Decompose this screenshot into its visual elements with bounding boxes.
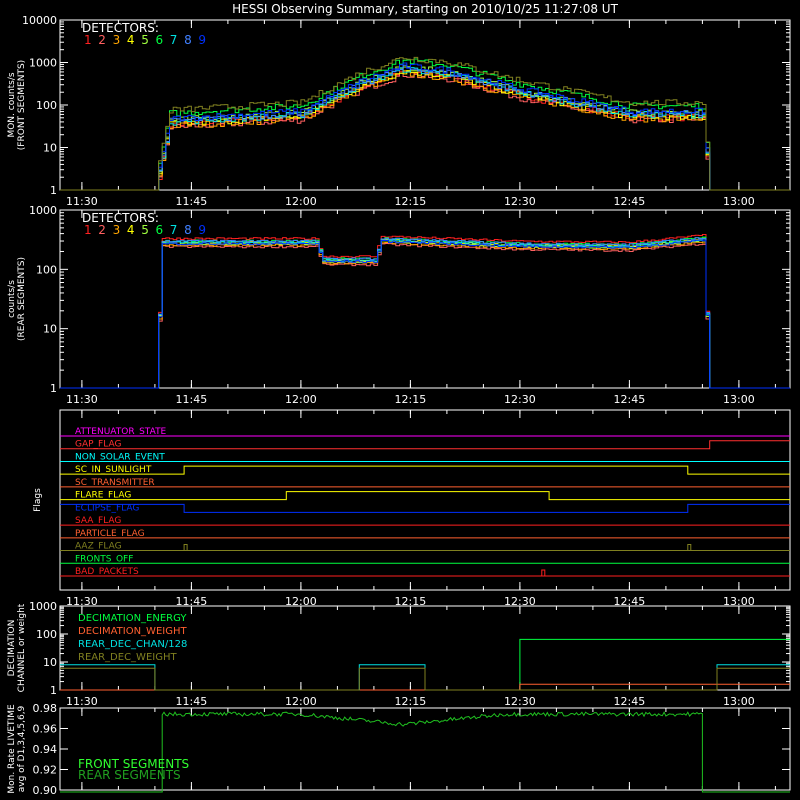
panel-1-detector-9: 9 [198,223,206,237]
panel-0-xtick-label-3: 12:15 [395,195,427,208]
panel-1-ytick-label-3: 1000 [29,204,57,217]
decimation-legend-3: REAR_DEC_WEIGHT [78,652,177,663]
panel-4-ytick-label-0: 0.90 [33,784,58,797]
panel-0-ylabel-1: (FRONT SEGMENTS) [17,60,27,150]
flag-line-6 [60,503,790,513]
panel-0-ytick-label-4: 10000 [22,14,57,27]
panel-0-xtick-label-1: 11:45 [176,195,208,208]
panel-1-xtick-label-5: 12:45 [614,393,646,406]
panel-1-xtick-label-2: 12:00 [285,393,317,406]
panel-3-ylabel-1: CHANNEL or weight [17,603,27,692]
panel-0-detector-4: 4 [127,33,135,47]
panel-0-xtick-label-0: 11:30 [66,195,98,208]
panel-1-series-3 [60,241,790,389]
panel-1-xtick-label-3: 12:15 [395,393,427,406]
panel-1-series-9 [60,239,790,389]
panel-3-ytick-label-2: 100 [36,628,57,641]
panel-3-ytick-label-1: 10 [43,656,57,669]
panel-4-ytick-label-1: 0.92 [33,764,58,777]
flag-line-1 [60,440,790,450]
panel-0-detector-5: 5 [141,33,149,47]
panel-0-ytick-label-3: 1000 [29,57,57,70]
panel-1-detector-3: 3 [113,223,121,237]
panel-1-detector-8: 8 [184,223,192,237]
panel-3-xtick-label-4: 12:30 [504,695,536,708]
panel-1-series-6 [60,236,790,389]
panel-2-ylabel: Flags [33,488,43,512]
panel-1-detector-7: 7 [170,223,178,237]
panel-1-series-8 [60,237,790,389]
panel-4-ytick-label-3: 0.96 [33,723,58,736]
panel-4-ytick-label-2: 0.94 [33,743,58,756]
panel-3-xtick-label-1: 11:45 [176,695,208,708]
panel-0-detector-6: 6 [156,33,164,47]
panel-3-ytick-label-3: 1000 [29,600,57,613]
panel-1-detector-6: 6 [156,223,164,237]
panel-1-series-5 [60,239,790,389]
panel-0-ytick-label-2: 100 [36,99,57,112]
panel-0-xtick-label-2: 12:00 [285,195,317,208]
flag-line-3 [60,465,790,475]
panel-1-series-2 [60,243,790,389]
panel-1-detector-4: 4 [127,223,135,237]
observing-summary-figure: HESSI Observing Summary, starting on 201… [7,2,791,797]
decimation-legend-2: REAR_DEC_CHAN/128 [78,639,187,650]
panel-0-detector-9: 9 [198,33,206,47]
panel-1-series-7 [60,238,790,389]
panel-1-ylabel-1: (REAR SEGMENTS) [17,257,27,341]
panel-3-xtick-label-2: 12:00 [285,695,317,708]
panel-0-detector-7: 7 [170,33,178,47]
panel-1-ytick-label-2: 100 [36,263,57,276]
panel-3-xtick-label-0: 11:30 [66,695,98,708]
panel-1-xtick-label-6: 13:00 [723,393,755,406]
panel-1-detector-2: 2 [98,223,106,237]
panel-1-xtick-label-0: 11:30 [66,393,98,406]
panel-3-ytick-label-0: 1 [50,684,57,697]
panel-0-xtick-label-5: 12:45 [614,195,646,208]
panel-3-xtick-label-3: 12:15 [395,695,427,708]
figure-title: HESSI Observing Summary, starting on 201… [232,2,618,16]
panel-0-ytick-label-1: 10 [43,142,57,155]
panel-0-xtick-label-6: 13:00 [723,195,755,208]
panel-1-detector-1: 1 [84,223,92,237]
panel-4-ylabel-1: avg of D1,3,4,5,6,9 [17,705,27,792]
panel-0-ylabel-0: MON. counts/s [7,72,17,137]
panel-0-detector-2: 2 [98,33,106,47]
panel-3-ylabel-0: DECIMATION [7,620,17,677]
panel-0-detector-1: 1 [84,33,92,47]
panel-0-detector-8: 8 [184,33,192,47]
panel-0-ytick-label-0: 1 [50,184,57,197]
flag-spike-9-0 [183,544,188,551]
panel-1-xtick-label-4: 12:30 [504,393,536,406]
panel-1-series-1 [60,234,790,389]
panel-1-ytick-label-1: 10 [43,323,57,336]
panel-0-detector-3: 3 [113,33,121,47]
livetime-legend-1: REAR SEGMENTS [78,768,181,782]
panel-3-xtick-label-5: 12:45 [614,695,646,708]
panel-1-xtick-label-1: 11:45 [176,393,208,406]
decimation-legend-1: DECIMATION_WEIGHT [78,626,187,637]
panel-3-xtick-label-6: 13:00 [723,695,755,708]
panel-4-ytick-label-4: 0.98 [33,702,58,715]
panel-4-ylabel-0: Mon. Rate LIVETIME [7,704,17,794]
panel-1-detector-5: 5 [141,223,149,237]
flag-spike-11-0 [541,569,546,576]
panel-1-series-4 [60,237,790,389]
rear-dec-weight-line [60,667,790,691]
flag-spike-9-1 [687,544,692,551]
flag-line-5 [60,491,790,501]
panel-1-ytick-label-0: 1 [50,382,57,395]
panel-1-ylabel-0: counts/s [7,280,17,318]
decimation-legend-0: DECIMATION_ENERGY [78,613,187,624]
panel-0-xtick-label-4: 12:30 [504,195,536,208]
